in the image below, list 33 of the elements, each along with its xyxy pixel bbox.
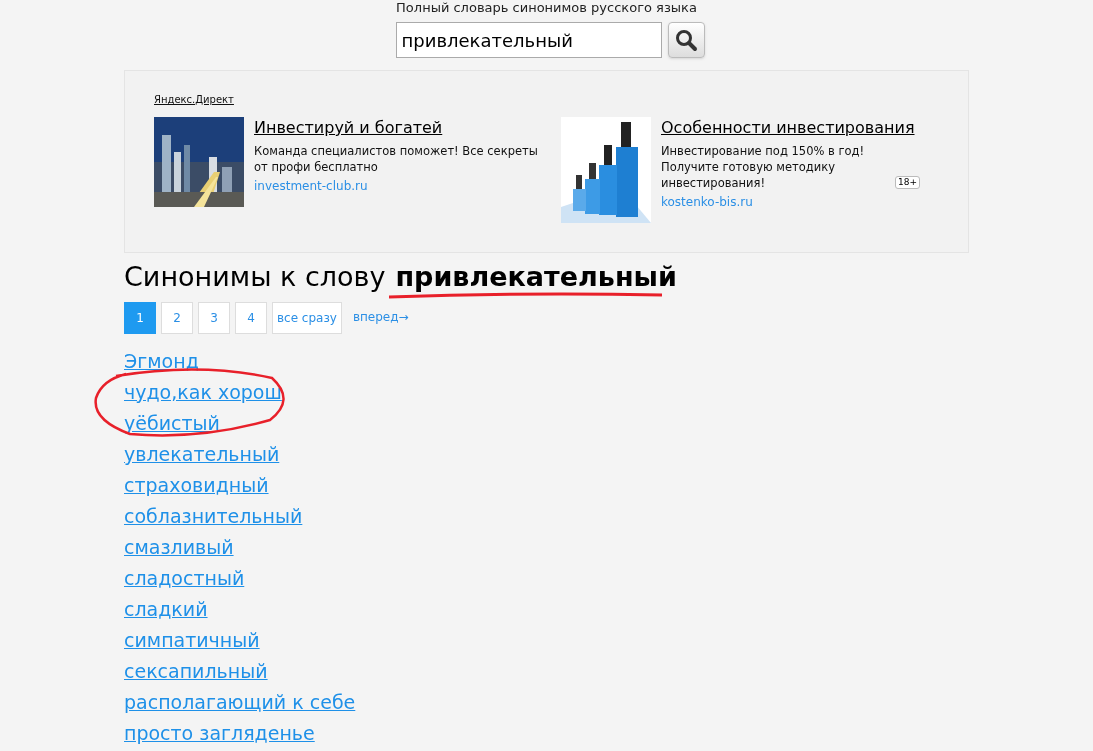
synonym-link[interactable]: располагающий к себе (124, 687, 356, 718)
page-button[interactable]: 4 (235, 302, 267, 334)
ad-title-link[interactable]: Инвестируй и богатей (254, 118, 443, 138)
ad-domain-link[interactable]: kostenko-bis.ru (661, 194, 753, 210)
synonym-link[interactable]: сладостный (124, 563, 245, 594)
synonym-link[interactable]: чудо,как хорош (124, 377, 282, 408)
synonym-link[interactable]: страховидный (124, 470, 269, 501)
page-button[interactable]: 2 (161, 302, 193, 334)
search-button[interactable] (667, 22, 705, 58)
synonym-link[interactable]: увлекательный (124, 439, 280, 470)
synonym-link[interactable]: симпатичный (124, 625, 260, 656)
synonym-link[interactable]: смазливый (124, 532, 234, 563)
page-button[interactable]: 3 (198, 302, 230, 334)
heading-word: привлекательный (395, 260, 677, 294)
synonym-link[interactable]: соблазнительный (124, 501, 303, 532)
page-button[interactable]: все сразу (272, 302, 342, 334)
synonym-link[interactable]: просто загляденье (124, 718, 315, 749)
synonym-link[interactable]: сладкий (124, 594, 208, 625)
synonym-link[interactable]: сексапильный (124, 656, 268, 687)
search-field[interactable]: привлекательный (395, 22, 662, 58)
heading-text: Синонимы к слову (124, 260, 386, 294)
ad-description: Инвестирование под 150% в год! Получите готовую методику инвестирования! (661, 143, 866, 191)
ad-title-link[interactable]: Особенности инвестирования (661, 118, 915, 138)
page-button[interactable]: 1 (124, 302, 156, 334)
next-page-link[interactable]: вперед→ (352, 308, 409, 326)
search-icon (674, 28, 698, 52)
synonym-link[interactable]: уёбистый (124, 408, 220, 439)
ad-network-link[interactable]: Яндекс.Директ (154, 93, 234, 107)
site-subtitle: Полный словарь синонимов русского языка (396, 0, 697, 16)
synonym-link[interactable]: Эгмонд (124, 346, 199, 377)
age-badge: 18+ (895, 176, 920, 189)
ad-domain-link[interactable]: investment-club.ru (254, 178, 368, 194)
ad-description: Команда специалистов поможет! Все секреты от профи бесплатно (254, 143, 539, 175)
